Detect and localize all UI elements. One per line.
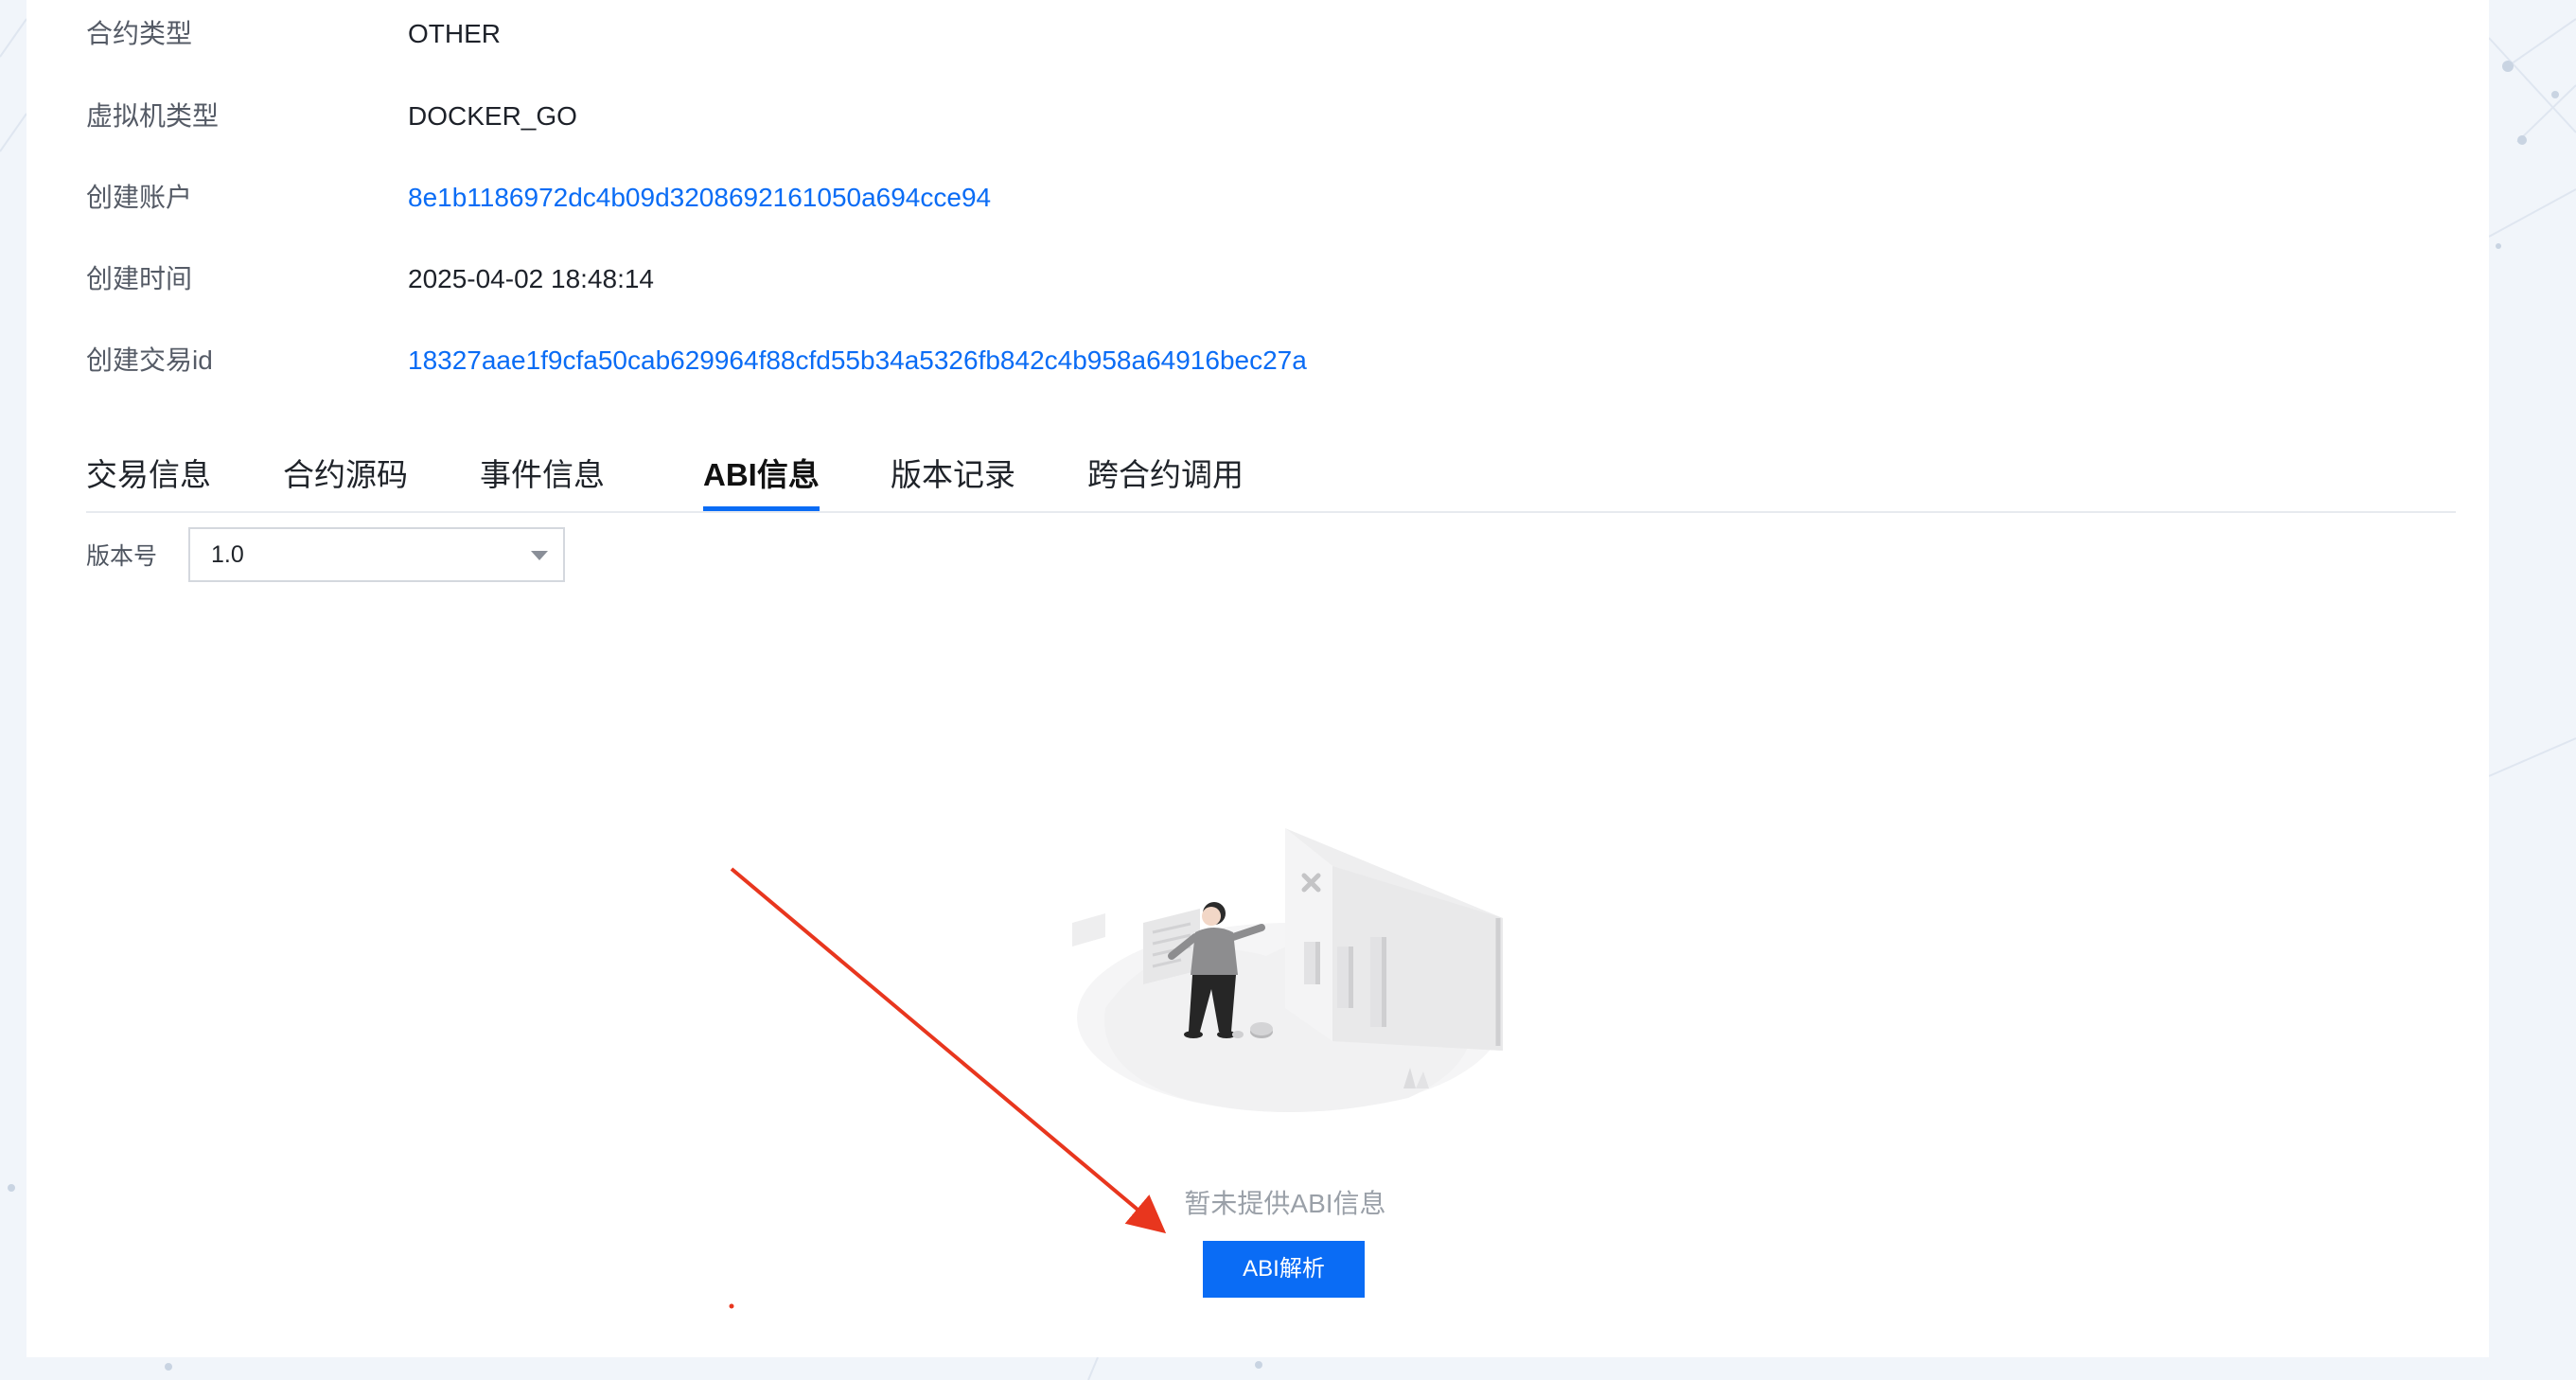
version-select[interactable]: 1.0: [188, 527, 565, 582]
chevron-down-icon: [531, 551, 548, 560]
creator-account-link[interactable]: 8e1b1186972dc4b09d3208692161050a694cce94: [408, 179, 991, 217]
empty-state-illustration: [1072, 828, 1503, 1112]
version-select-value: 1.0: [211, 541, 244, 568]
vm-type-value: DOCKER_GO: [408, 101, 577, 131]
detail-tabs: 交易信息 合约源码 事件信息 ABI信息 版本记录 跨合约调用: [86, 445, 2456, 513]
vm-type-label: 虚拟机类型: [86, 101, 220, 131]
create-time-value: 2025-04-02 18:48:14: [408, 264, 654, 293]
contract-type-value: OTHER: [408, 19, 501, 48]
tab-event-info[interactable]: 事件信息: [480, 445, 605, 507]
empty-state-message: 暂未提供ABI信息: [1184, 1189, 1386, 1218]
contract-detail-card: 合约类型 OTHER 虚拟机类型 DOCKER_GO 创建账户 8e1b1186…: [26, 0, 2489, 1357]
tab-cross-contract-call[interactable]: 跨合约调用: [1087, 445, 1244, 507]
version-label: 版本号: [86, 543, 158, 570]
tab-contract-source[interactable]: 合约源码: [283, 445, 408, 507]
create-tx-id-label: 创建交易id: [86, 345, 213, 375]
tab-transaction-info[interactable]: 交易信息: [86, 445, 211, 507]
creator-account-label: 创建账户: [86, 183, 193, 212]
contract-type-label: 合约类型: [86, 19, 193, 48]
tab-version-history[interactable]: 版本记录: [891, 445, 1015, 507]
create-tx-id-link[interactable]: 18327aae1f9cfa50cab629964f88cfd55b34a532…: [408, 342, 1307, 380]
create-time-label: 创建时间: [86, 264, 193, 293]
abi-parse-button[interactable]: ABI解析: [1203, 1241, 1365, 1298]
tab-abi-info[interactable]: ABI信息: [703, 445, 820, 511]
